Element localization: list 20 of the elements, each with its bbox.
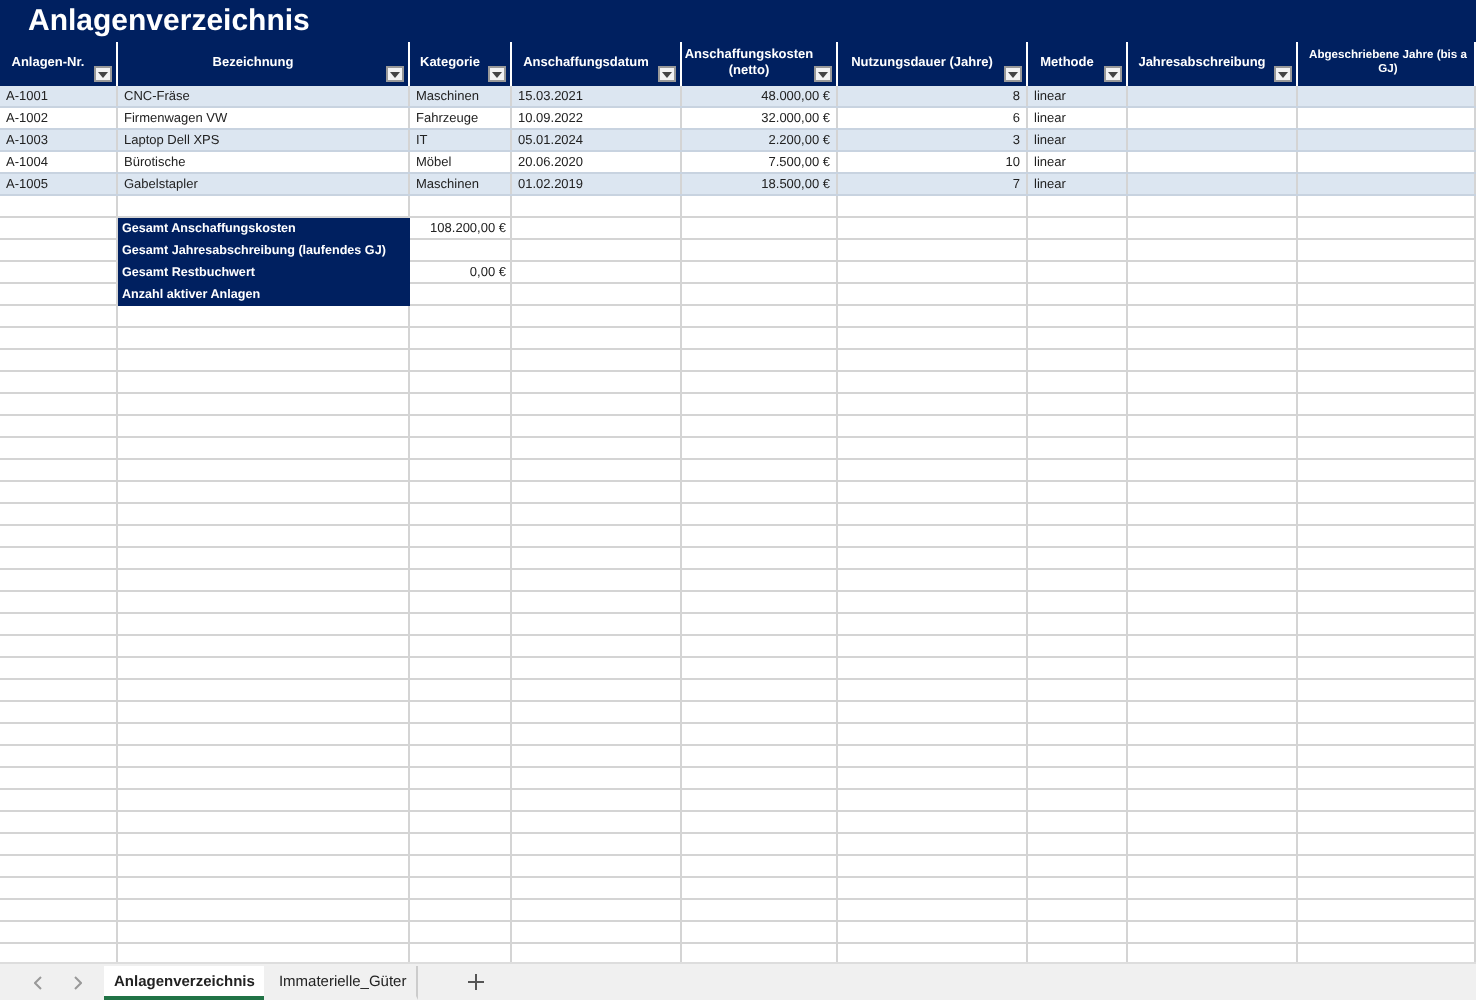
caret-icon — [1008, 71, 1018, 77]
chevron-left-icon — [34, 975, 42, 989]
filter-button[interactable] — [386, 66, 404, 82]
caret-icon — [390, 71, 400, 77]
plus-icon — [468, 974, 485, 990]
caret-icon — [1278, 71, 1288, 77]
caret-icon — [98, 71, 108, 77]
filter-button[interactable] — [1274, 66, 1292, 82]
filter-button[interactable] — [814, 66, 832, 82]
filter-button[interactable] — [1004, 66, 1022, 82]
caret-icon — [818, 71, 828, 77]
filter-button[interactable] — [1104, 66, 1122, 82]
caret-icon — [662, 71, 672, 77]
caret-icon — [1108, 71, 1118, 77]
filter-button[interactable] — [658, 66, 676, 82]
filter-button[interactable] — [94, 66, 112, 82]
sheet-title: Anlagenverzeichnis — [28, 4, 310, 38]
filter-button[interactable] — [488, 66, 506, 82]
caret-icon — [492, 71, 502, 77]
chevron-right-icon — [74, 975, 82, 989]
